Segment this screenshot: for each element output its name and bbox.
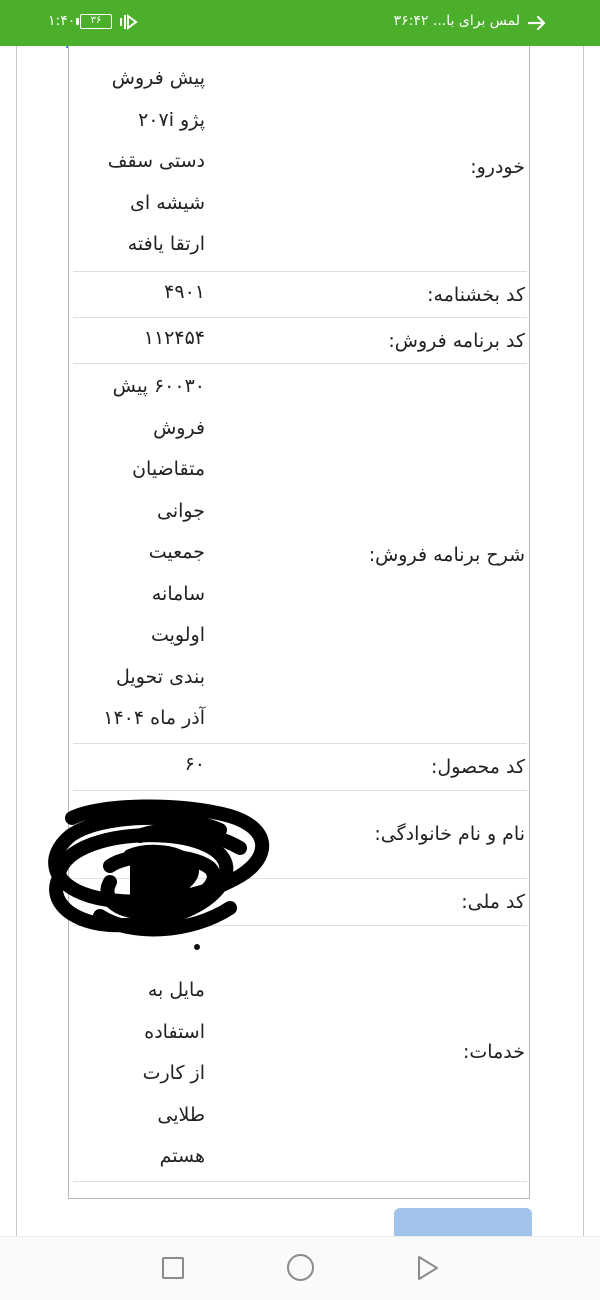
notification-text[interactable]: لمس برای با... ۳۶:۴۲ — [394, 13, 520, 29]
navigation-bar — [0, 1236, 600, 1300]
row-product-code: کد محصول: ۶۰ — [73, 744, 527, 791]
notification-label: لمس برای با... — [432, 13, 520, 29]
car-value-line: ارتقا یافته — [127, 233, 205, 255]
circular-code-value: ۴۹۰۱ — [164, 281, 205, 303]
car-value-line: شیشه ای — [130, 191, 205, 214]
arrow-right-icon[interactable] — [524, 10, 550, 36]
row-sales-program-code: کد برنامه فروش: ۱۱۲۴۵۴ — [73, 318, 527, 364]
car-value-line: دستی سقف — [107, 150, 205, 172]
full-name-label: نام و نام خانوادگی: — [374, 823, 525, 845]
car-value: پیش فروش پژو ۲۰۷i دستی سقف شیشه ای ارتقا… — [85, 58, 205, 266]
national-code-label: کد ملی: — [461, 891, 525, 913]
services-label: خدمات: — [463, 1041, 525, 1063]
description-line: جوانی — [157, 499, 205, 522]
description-line: فروش — [153, 416, 205, 439]
notification-timer: ۳۶:۴۲ — [393, 13, 429, 29]
description-line: آذر ماه ۱۴۰۴ — [103, 707, 205, 729]
product-code-value: ۶۰ — [184, 753, 205, 775]
home-icon[interactable] — [287, 1254, 314, 1281]
circular-code-label: کد بخشنامه: — [427, 284, 525, 306]
car-value-line: پژو ۲۰۷i — [138, 108, 205, 131]
services-line: طلایی — [157, 1103, 205, 1126]
car-value-line: پیش فروش — [111, 67, 205, 89]
battery-tip — [76, 18, 79, 25]
app-notification-icon — [120, 14, 138, 30]
recent-apps-icon[interactable] — [162, 1257, 184, 1279]
car-label: خودرو: — [470, 156, 525, 178]
description-line: اولویت — [150, 624, 205, 646]
redaction-scribble — [48, 799, 270, 937]
services-line: از کارت — [142, 1062, 205, 1084]
battery-icon: ۳۶ — [80, 14, 112, 29]
description-line: ۶۰۰۳۰ پیش — [112, 375, 205, 397]
sales-program-description-value: ۶۰۰۳۰ پیش فروش متقاضیان جوانی جمعیت ساما… — [85, 366, 205, 740]
back-icon[interactable] — [414, 1254, 442, 1282]
sales-program-description-label: شرح برنامه فروش: — [368, 544, 525, 566]
description-line: سامانه — [151, 582, 205, 605]
description-line: متقاضیان — [132, 458, 205, 480]
sales-program-code-value: ۱۱۲۴۵۴ — [143, 327, 205, 349]
services-line: مایل به — [147, 979, 205, 1001]
row-circular-code: کد بخشنامه: ۴۹۰۱ — [73, 272, 527, 318]
status-bar: ۱:۴۰ ۳۶ لمس برای با... ۳۶:۴۲ — [0, 0, 600, 46]
order-details-card: خودرو: پیش فروش پژو ۲۰۷i دستی سقف شیشه ا… — [68, 46, 530, 1199]
services-line: هستم — [159, 1145, 205, 1167]
clock: ۱:۴۰ — [48, 13, 76, 29]
row-car: خودرو: پیش فروش پژو ۲۰۷i دستی سقف شیشه ا… — [73, 52, 527, 272]
services-value: مایل به استفاده از کارت طلایی هستم — [85, 970, 205, 1178]
product-code-label: کد محصول: — [431, 756, 525, 778]
row-sales-program-description: شرح برنامه فروش: ۶۰۰۳۰ پیش فروش متقاضیان… — [73, 364, 527, 744]
description-line: جمعیت — [148, 541, 205, 563]
row-services: خدمات: مایل به استفاده از کارت طلایی هست… — [73, 926, 527, 1182]
services-line: استفاده — [144, 1020, 205, 1043]
description-line: بندی تحویل — [116, 665, 205, 688]
sales-program-code-label: کد برنامه فروش: — [388, 330, 525, 352]
